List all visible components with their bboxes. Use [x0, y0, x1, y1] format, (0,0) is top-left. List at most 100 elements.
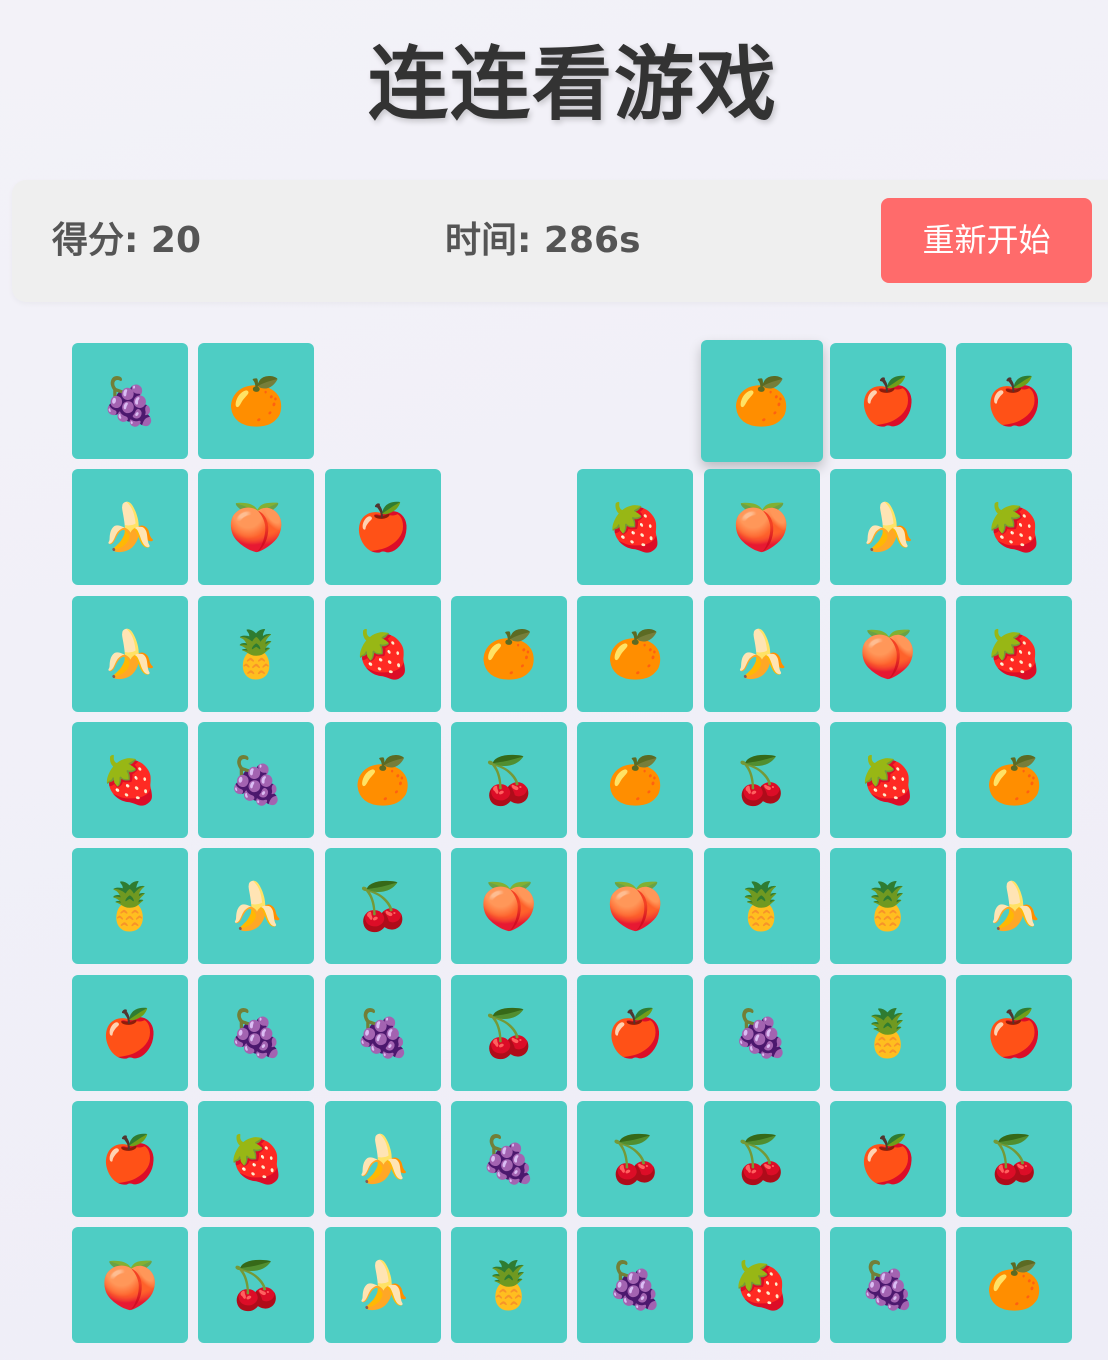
tile-apple[interactable]: 🍎: [829, 343, 946, 459]
tile-pineapple[interactable]: 🍍: [198, 595, 315, 712]
tile-strawberry[interactable]: 🍓: [72, 721, 188, 838]
apple-icon: 🍎: [101, 1131, 159, 1186]
apple-icon: 🍎: [985, 374, 1043, 428]
restart-button[interactable]: 重新开始: [881, 198, 1092, 283]
tile-grapes[interactable]: 🍇: [324, 974, 441, 1091]
tile-orange[interactable]: 🍊: [956, 1227, 1073, 1344]
peach-icon: 🍑: [732, 500, 791, 555]
peach-icon: 🍑: [227, 500, 285, 555]
grapes-icon: 🍇: [859, 1258, 917, 1313]
tile-grapes[interactable]: 🍇: [703, 974, 820, 1091]
orange-icon: 🍊: [606, 752, 664, 807]
banana-icon: 🍌: [353, 1131, 412, 1186]
cherries-icon: 🍒: [732, 752, 791, 807]
tile-apple[interactable]: 🍎: [72, 1100, 188, 1217]
tile-peach[interactable]: 🍑: [72, 1227, 188, 1344]
grapes-icon: 🍇: [101, 374, 159, 428]
pineapple-icon: 🍍: [227, 626, 285, 681]
tile-pineapple[interactable]: 🍍: [450, 1227, 567, 1344]
tile-grapes[interactable]: 🍇: [198, 721, 315, 838]
tile-peach[interactable]: 🍑: [703, 469, 820, 586]
tile-strawberry[interactable]: 🍓: [703, 1227, 820, 1344]
tile-cherries[interactable]: 🍒: [703, 721, 820, 838]
tile-banana[interactable]: 🍌: [198, 848, 315, 965]
tile-cherries[interactable]: 🍒: [577, 1100, 694, 1217]
tile-pineapple[interactable]: 🍍: [829, 848, 946, 965]
tile-pineapple[interactable]: 🍍: [703, 848, 820, 965]
grapes-icon: 🍇: [353, 1005, 412, 1060]
game-board: 🍇 🍊 🍊 🍎 🍎 🍌 🍑 🍎 🍓 🍑 🍌 🍓 🍌 🍍 🍓 🍊 🍊 🍌 🍑 🍓 🍓 🍇 🍊 🍒 🍊 🍒 🍓 🍊 🍍 🍌 🍒 🍑 🍑 🍍 🍍 🍌 🍎 🍇 🍇 🍒…: [72, 340, 1073, 1344]
tile-orange[interactable]: 🍊: [956, 721, 1073, 838]
orange-icon: 🍊: [985, 752, 1043, 807]
tile-cherries[interactable]: 🍒: [450, 974, 567, 1091]
tile-strawberry[interactable]: 🍓: [956, 595, 1073, 712]
status-bar: 得分: 20 时间: 286s 重新开始: [12, 180, 1108, 302]
pineapple-icon: 🍍: [480, 1258, 538, 1313]
grapes-icon: 🍇: [606, 1258, 664, 1313]
tile-orange[interactable]: 🍊: [198, 343, 315, 459]
tile-banana[interactable]: 🍌: [72, 595, 188, 712]
tile-banana[interactable]: 🍌: [703, 595, 820, 712]
orange-icon: 🍊: [985, 1258, 1043, 1313]
tile-grapes[interactable]: 🍇: [577, 1227, 694, 1344]
tile-banana[interactable]: 🍌: [956, 848, 1073, 965]
tile-grapes[interactable]: 🍇: [829, 1227, 946, 1344]
pineapple-icon: 🍍: [101, 879, 159, 934]
tile-cherries[interactable]: 🍒: [956, 1100, 1073, 1217]
tile-peach[interactable]: 🍑: [577, 848, 694, 965]
cherries-icon: 🍒: [480, 752, 538, 807]
tile-strawberry[interactable]: 🍓: [956, 469, 1073, 586]
tile-peach[interactable]: 🍑: [829, 595, 946, 712]
banana-icon: 🍌: [101, 626, 159, 681]
strawberry-icon: 🍓: [985, 500, 1043, 555]
tile-pineapple[interactable]: 🍍: [72, 848, 188, 965]
cherries-icon: 🍒: [353, 879, 412, 934]
peach-icon: 🍑: [480, 879, 538, 934]
tile-grapes[interactable]: 🍇: [450, 1100, 567, 1217]
banana-icon: 🍌: [353, 1258, 412, 1313]
tile-peach[interactable]: 🍑: [450, 848, 567, 965]
tile-cherries[interactable]: 🍒: [450, 721, 567, 838]
tile-banana[interactable]: 🍌: [324, 1227, 441, 1344]
tile-apple[interactable]: 🍎: [829, 1100, 946, 1217]
tile-apple[interactable]: 🍎: [72, 974, 188, 1091]
tile-cherries[interactable]: 🍒: [324, 848, 441, 965]
tile-apple[interactable]: 🍎: [956, 974, 1073, 1091]
tile-banana[interactable]: 🍌: [829, 469, 946, 586]
tile-orange[interactable]: 🍊: [450, 595, 567, 712]
peach-icon: 🍑: [101, 1258, 159, 1313]
tile-orange[interactable]: 🍊: [324, 721, 441, 838]
tile-orange[interactable]: 🍊: [577, 721, 694, 838]
apple-icon: 🍎: [606, 1005, 664, 1060]
tile-orange-selected[interactable]: 🍊: [700, 340, 823, 462]
tile-banana[interactable]: 🍌: [324, 1100, 441, 1217]
timer-display: 时间: 286s: [445, 220, 641, 261]
tile-apple[interactable]: 🍎: [577, 974, 694, 1091]
tile-pineapple[interactable]: 🍍: [829, 974, 946, 1091]
tile-cherries[interactable]: 🍒: [703, 1100, 820, 1217]
tile-cherries[interactable]: 🍒: [198, 1227, 315, 1344]
game-title: 连连看游戏: [368, 38, 778, 131]
strawberry-icon: 🍓: [859, 752, 917, 807]
orange-icon: 🍊: [353, 752, 412, 807]
tile-strawberry[interactable]: 🍓: [577, 469, 694, 586]
strawberry-icon: 🍓: [101, 752, 159, 807]
tile-strawberry[interactable]: 🍓: [829, 721, 946, 838]
tile-peach[interactable]: 🍑: [198, 469, 315, 586]
tile-grapes[interactable]: 🍇: [198, 974, 315, 1091]
tile-orange[interactable]: 🍊: [577, 595, 694, 712]
strawberry-icon: 🍓: [985, 626, 1043, 681]
cherries-icon: 🍒: [732, 1131, 791, 1186]
tile-apple[interactable]: 🍎: [956, 343, 1073, 459]
pineapple-icon: 🍍: [859, 879, 917, 934]
tile-apple[interactable]: 🍎: [324, 469, 441, 586]
tile-grapes[interactable]: 🍇: [72, 343, 188, 459]
tile-strawberry[interactable]: 🍓: [324, 595, 441, 712]
tile-banana[interactable]: 🍌: [72, 469, 188, 586]
peach-icon: 🍑: [859, 626, 917, 681]
strawberry-icon: 🍓: [732, 1258, 791, 1313]
orange-icon: 🍊: [606, 626, 664, 681]
tile-strawberry[interactable]: 🍓: [198, 1100, 315, 1217]
banana-icon: 🍌: [732, 626, 791, 681]
banana-icon: 🍌: [985, 879, 1043, 934]
